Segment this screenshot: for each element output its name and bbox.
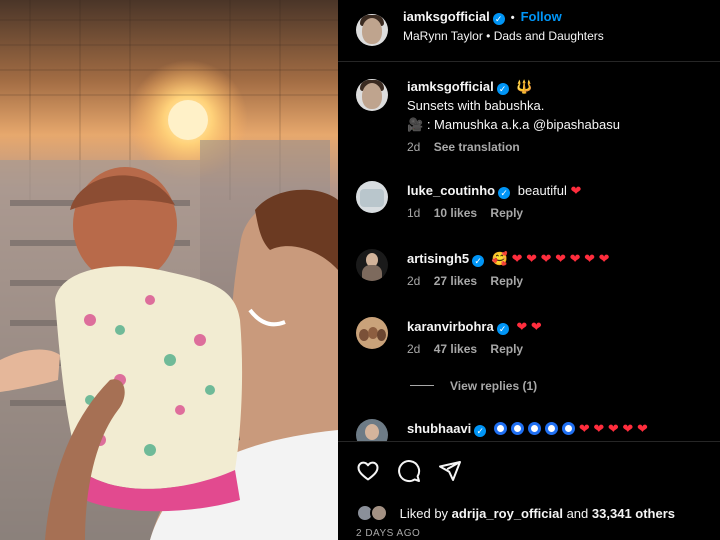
liker-avatar xyxy=(370,504,388,522)
audio-attribution[interactable]: MaRynn Taylor • Dads and Daughters xyxy=(403,29,604,43)
photo-illustration xyxy=(0,0,338,540)
verified-icon: ✓ xyxy=(474,425,487,437)
caption-line-1: Sunsets with babushka. xyxy=(407,98,545,113)
verified-icon: ✓ xyxy=(492,13,505,25)
comment-time: 1d xyxy=(407,206,421,220)
caption-time: 2d xyxy=(407,140,421,154)
comment-likes[interactable]: 10 likes xyxy=(434,206,477,220)
post-time[interactable]: 2 DAYS AGO xyxy=(356,528,420,539)
liked-by-prefix: Liked by xyxy=(399,506,449,521)
comment-username[interactable]: luke_coutinho xyxy=(407,183,495,198)
see-translation-link[interactable]: See translation xyxy=(434,140,520,154)
verified-icon: ✓ xyxy=(496,323,509,335)
likes-count[interactable]: 33,341 others xyxy=(592,506,675,521)
verified-icon: ✓ xyxy=(496,83,509,95)
header-title-row: iamksgofficial ✓ • Follow xyxy=(403,8,562,26)
comment-time: 2d xyxy=(407,274,421,288)
comment-username[interactable]: shubhaavi xyxy=(407,421,471,436)
heart-emoji-row: ❤ ❤ xyxy=(516,319,542,334)
post-header: iamksgofficial ✓ • Follow MaRynn Taylor • D… xyxy=(338,0,720,62)
trident-emoji: 🔱 xyxy=(516,79,533,94)
reply-button[interactable]: Reply xyxy=(490,274,523,288)
comment-icon[interactable] xyxy=(397,459,421,483)
share-icon[interactable] xyxy=(438,459,462,483)
avatar[interactable] xyxy=(356,14,388,46)
view-replies-label: View replies (1) xyxy=(450,379,538,393)
heart-emoji: ❤ xyxy=(570,183,582,198)
reply-button[interactable]: Reply xyxy=(490,342,523,356)
evil-eye-emoji xyxy=(527,422,541,435)
camera-icon: 🎥 xyxy=(407,117,424,132)
caption-avatar[interactable] xyxy=(356,79,388,111)
comments-list[interactable]: iamksgofficial ✓ 🔱 Sunsets with babushka.… xyxy=(338,63,720,441)
liked-by-middle: and xyxy=(566,506,589,521)
heart-icon[interactable] xyxy=(356,459,380,483)
audio-track: Dads and Daughters xyxy=(493,29,604,43)
header-username[interactable]: iamksgofficial xyxy=(403,9,490,24)
comment-avatar[interactable] xyxy=(356,181,388,213)
likes-summary: Liked by adrija_roy_official and 33,341 … xyxy=(356,504,675,522)
evil-eye-emoji xyxy=(510,422,524,435)
heart-emoji-row: ❤ ❤ ❤ ❤ ❤ xyxy=(578,421,648,436)
audio-separator: • xyxy=(486,29,491,43)
post-photo[interactable] xyxy=(0,0,338,540)
post-actions: Liked by adrija_roy_official and 33,341 … xyxy=(338,441,720,540)
verified-icon: ✓ xyxy=(498,187,511,199)
reply-button[interactable]: Reply xyxy=(490,206,523,220)
liked-by-user[interactable]: adrija_roy_official xyxy=(452,506,563,521)
heart-emoji-row: ❤ ❤ ❤ ❤ ❤ ❤ ❤ xyxy=(511,251,610,266)
caption-username[interactable]: iamksgofficial xyxy=(407,79,494,94)
comment-username[interactable]: karanvirbohra xyxy=(407,319,494,334)
evil-eye-emoji-row xyxy=(493,421,579,436)
post-panel: iamksgofficial ✓ • Follow MaRynn Taylor • D… xyxy=(338,0,720,540)
comment-avatar[interactable] xyxy=(356,317,388,349)
view-replies-button[interactable]: View replies (1) xyxy=(410,379,537,393)
comment-time: 2d xyxy=(407,342,421,356)
caption-line-2: : Mamushka a.k.a @bipashabasu xyxy=(426,117,620,132)
header-separator: • xyxy=(510,12,515,24)
smiling-hearts-emoji: 🥰 xyxy=(491,251,508,266)
verified-icon: ✓ xyxy=(472,255,485,267)
comment-avatar[interactable] xyxy=(356,249,388,281)
comment-likes[interactable]: 27 likes xyxy=(434,274,477,288)
evil-eye-emoji xyxy=(493,422,507,435)
audio-artist: MaRynn Taylor xyxy=(403,29,483,43)
evil-eye-emoji xyxy=(561,422,575,435)
divider xyxy=(410,385,434,386)
comment-avatar[interactable] xyxy=(356,419,388,441)
evil-eye-emoji xyxy=(544,422,558,435)
comment-likes[interactable]: 47 likes xyxy=(434,342,477,356)
liker-avatars xyxy=(356,504,396,522)
follow-button[interactable]: Follow xyxy=(521,9,562,24)
comment-username[interactable]: artisingh5 xyxy=(407,251,469,266)
comment-text: beautiful xyxy=(517,183,567,198)
